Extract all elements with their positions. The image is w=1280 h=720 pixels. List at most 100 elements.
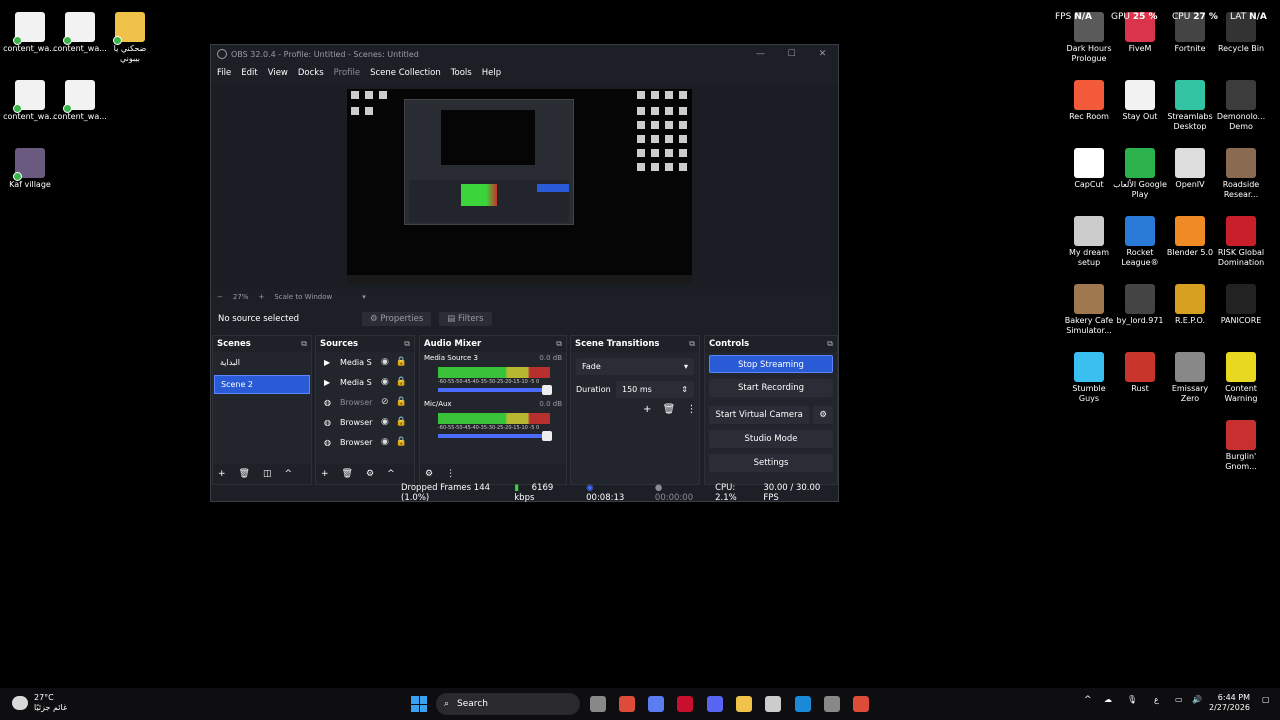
tray-overflow-icon[interactable]: ^ xyxy=(1084,695,1092,705)
gear-icon[interactable]: ⚙ xyxy=(425,469,433,479)
lock-icon[interactable]: 🔒 xyxy=(396,357,407,367)
popout-icon[interactable]: ⧉ xyxy=(404,339,410,349)
desktop-icon[interactable]: My dream setup xyxy=(1062,212,1116,268)
duration-input[interactable]: 150 ms ⇕ xyxy=(616,381,694,398)
cloud-icon[interactable]: ☁ xyxy=(1104,695,1112,704)
copilot-icon[interactable] xyxy=(648,696,664,712)
volume-slider[interactable] xyxy=(438,431,552,441)
menu-edit[interactable]: Edit xyxy=(241,68,257,78)
trash-icon[interactable]: 🗑 xyxy=(342,469,353,479)
desktop-icon[interactable]: Stumble Guys xyxy=(1062,348,1116,404)
desktop-icon[interactable]: PANICORE xyxy=(1214,280,1268,326)
network-icon[interactable]: ▭ xyxy=(1175,695,1183,704)
desktop-icon[interactable]: Bakery Cafe Simulator... xyxy=(1062,280,1116,336)
chevron-up-icon[interactable]: ^ xyxy=(387,469,395,479)
file-explorer-icon[interactable] xyxy=(590,696,606,712)
volume-slider[interactable] xyxy=(438,385,552,395)
chevron-up-icon[interactable]: ^ xyxy=(285,469,293,479)
start-recording-button[interactable]: Start Recording xyxy=(709,379,833,397)
desktop-icon[interactable]: content_wa... xyxy=(53,8,107,54)
desktop-icon[interactable]: Rec Room xyxy=(1062,76,1116,122)
zoom-out-button[interactable]: − xyxy=(217,293,223,301)
desktop-icon[interactable]: Stay Out xyxy=(1113,76,1167,122)
menu-file[interactable]: File xyxy=(217,68,231,78)
eye-icon[interactable]: ◉ xyxy=(381,417,389,427)
trash-icon[interactable]: 🗑 xyxy=(239,469,250,479)
chevron-down-icon[interactable]: ▾ xyxy=(362,293,366,301)
desktop-icon[interactable]: content_wa... xyxy=(3,8,57,54)
obs-titlebar[interactable]: OBS 32.0.4 - Profile: Untitled - Scenes:… xyxy=(211,45,838,63)
lock-icon[interactable]: 🔒 xyxy=(396,417,407,427)
maximize-button[interactable]: ☐ xyxy=(776,49,807,59)
weather-widget[interactable]: 27°C غائم جزئيًا xyxy=(34,693,67,713)
menu-profile[interactable]: Profile xyxy=(334,68,360,78)
zoom-in-button[interactable]: + xyxy=(258,293,264,301)
filters-button[interactable]: ▤ Filters xyxy=(439,312,492,326)
gear-icon[interactable]: ⚙ xyxy=(813,406,833,424)
desktop-icon[interactable]: Blender 5.0 xyxy=(1163,212,1217,258)
popout-icon[interactable]: ⧉ xyxy=(556,339,562,349)
eye-icon[interactable]: ◉ xyxy=(381,437,389,447)
add-icon[interactable]: + xyxy=(643,404,651,415)
store-icon[interactable] xyxy=(765,696,781,712)
desktop-icon[interactable]: Roadside Resear... xyxy=(1214,144,1268,200)
desktop-icon[interactable]: Content Warning xyxy=(1214,348,1268,404)
menu-scene-collection[interactable]: Scene Collection xyxy=(370,68,441,78)
weather-icon[interactable] xyxy=(12,696,28,710)
desktop-icon[interactable]: Rust xyxy=(1113,348,1167,394)
clock[interactable]: 6:44 PM 2/27/2026 xyxy=(1209,693,1250,713)
preview-canvas[interactable] xyxy=(347,89,692,284)
lock-icon[interactable]: 🔒 xyxy=(396,377,407,387)
more-icon[interactable]: ⋮ xyxy=(686,404,696,415)
stop-streaming-button[interactable]: Stop Streaming xyxy=(709,355,833,373)
source-item[interactable]: ◍ Browser ⊘ 🔒 xyxy=(316,392,414,412)
acrobat-icon[interactable] xyxy=(677,696,693,712)
mic-icon[interactable]: 🎙 xyxy=(1127,695,1137,704)
chrome-icon[interactable] xyxy=(619,696,635,712)
notification-icon[interactable]: ▢ xyxy=(1262,695,1270,704)
windows-start-icon[interactable] xyxy=(411,696,427,712)
discord-icon[interactable] xyxy=(707,696,723,712)
scale-select[interactable]: Scale to Window xyxy=(274,293,332,301)
start-virtual-camera-button[interactable]: Start Virtual Camera xyxy=(709,406,810,424)
folder-icon[interactable] xyxy=(736,696,752,712)
source-item[interactable]: ◍ Browser ◉ 🔒 xyxy=(316,412,414,432)
add-icon[interactable]: + xyxy=(321,469,329,479)
popout-icon[interactable]: ⧉ xyxy=(301,339,307,349)
properties-button[interactable]: ⚙ Properties xyxy=(362,312,432,326)
close-button[interactable]: ✕ xyxy=(807,49,838,59)
settings-button[interactable]: Settings xyxy=(709,454,833,472)
edge-icon[interactable] xyxy=(795,696,811,712)
menu-help[interactable]: Help xyxy=(482,68,501,78)
lock-icon[interactable]: 🔒 xyxy=(396,437,407,447)
settings-icon[interactable] xyxy=(824,696,840,712)
popout-icon[interactable]: ⧉ xyxy=(689,339,695,349)
desktop-icon[interactable]: Demonolo... Demo xyxy=(1214,76,1268,132)
scene-item-selected[interactable]: Scene 2 xyxy=(214,375,310,394)
desktop-icon[interactable]: content_wa... xyxy=(53,76,107,122)
desktop-icon[interactable]: R.E.P.O. xyxy=(1163,280,1217,326)
more-icon[interactable]: ⋮ xyxy=(446,469,455,479)
source-item[interactable]: ◍ Browser ◉ 🔒 xyxy=(316,432,414,452)
desktop-icon[interactable]: content_wa... xyxy=(3,76,57,122)
studio-mode-button[interactable]: Studio Mode xyxy=(709,430,833,448)
volume-icon[interactable]: 🔊 xyxy=(1192,695,1202,704)
eye-icon[interactable]: ◉ xyxy=(381,357,389,367)
desktop-icon[interactable]: CapCut xyxy=(1062,144,1116,190)
popout-icon[interactable]: ⧉ xyxy=(827,339,833,349)
language-indicator[interactable]: ع xyxy=(1154,695,1159,704)
scene-item[interactable]: البداية xyxy=(214,354,310,373)
minimize-button[interactable]: — xyxy=(745,49,776,59)
search-box[interactable]: ⌕ Search xyxy=(436,693,580,715)
menu-tools[interactable]: Tools xyxy=(451,68,472,78)
chrome-icon[interactable] xyxy=(853,696,869,712)
eye-icon[interactable]: ◉ xyxy=(381,377,389,387)
desktop-icon[interactable]: الألعاب Google Play xyxy=(1113,144,1167,200)
source-item[interactable]: ▶ Media S ◉ 🔒 xyxy=(316,352,414,372)
source-item[interactable]: ▶ Media S ◉ 🔒 xyxy=(316,372,414,392)
desktop-icon[interactable]: Streamlabs Desktop xyxy=(1163,76,1217,132)
desktop-icon[interactable]: Rocket League® xyxy=(1113,212,1167,268)
desktop-icon[interactable]: RISK Global Domination xyxy=(1214,212,1268,268)
desktop-icon[interactable]: Burglin' Gnom... xyxy=(1214,416,1268,472)
menu-view[interactable]: View xyxy=(268,68,288,78)
